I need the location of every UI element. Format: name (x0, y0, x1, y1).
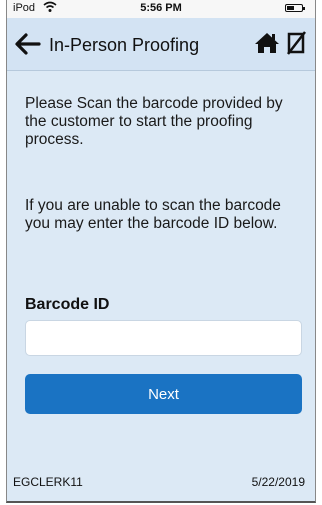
footer-date: 5/22/2019 (251, 475, 305, 489)
footer: EGCLERK11 5/22/2019 (7, 471, 315, 491)
next-button[interactable]: Next (25, 374, 302, 414)
battery-fill (287, 6, 294, 10)
back-arrow-icon[interactable] (13, 32, 41, 56)
no-sync-icon[interactable] (287, 31, 307, 55)
battery-icon (285, 4, 305, 12)
main-content: Please Scan the barcode provided by the … (25, 95, 303, 414)
home-icon[interactable] (254, 31, 280, 55)
battery-nub (303, 7, 305, 10)
status-time: 5:56 PM (140, 2, 182, 14)
app-screen: iPod 5:56 PM In-Person Proofing Please S… (6, 0, 316, 503)
barcode-id-label: Barcode ID (25, 296, 110, 313)
manual-entry-instructions: If you are unable to scan the barcode yo… (25, 197, 281, 232)
scan-instructions: Please Scan the barcode provided by the … (25, 95, 283, 148)
status-bar: iPod 5:56 PM (7, 0, 315, 18)
nav-bar: In-Person Proofing (7, 18, 315, 71)
page-title: In-Person Proofing (49, 35, 200, 55)
barcode-id-input[interactable] (25, 320, 302, 356)
clerk-id: EGCLERK11 (13, 475, 83, 489)
